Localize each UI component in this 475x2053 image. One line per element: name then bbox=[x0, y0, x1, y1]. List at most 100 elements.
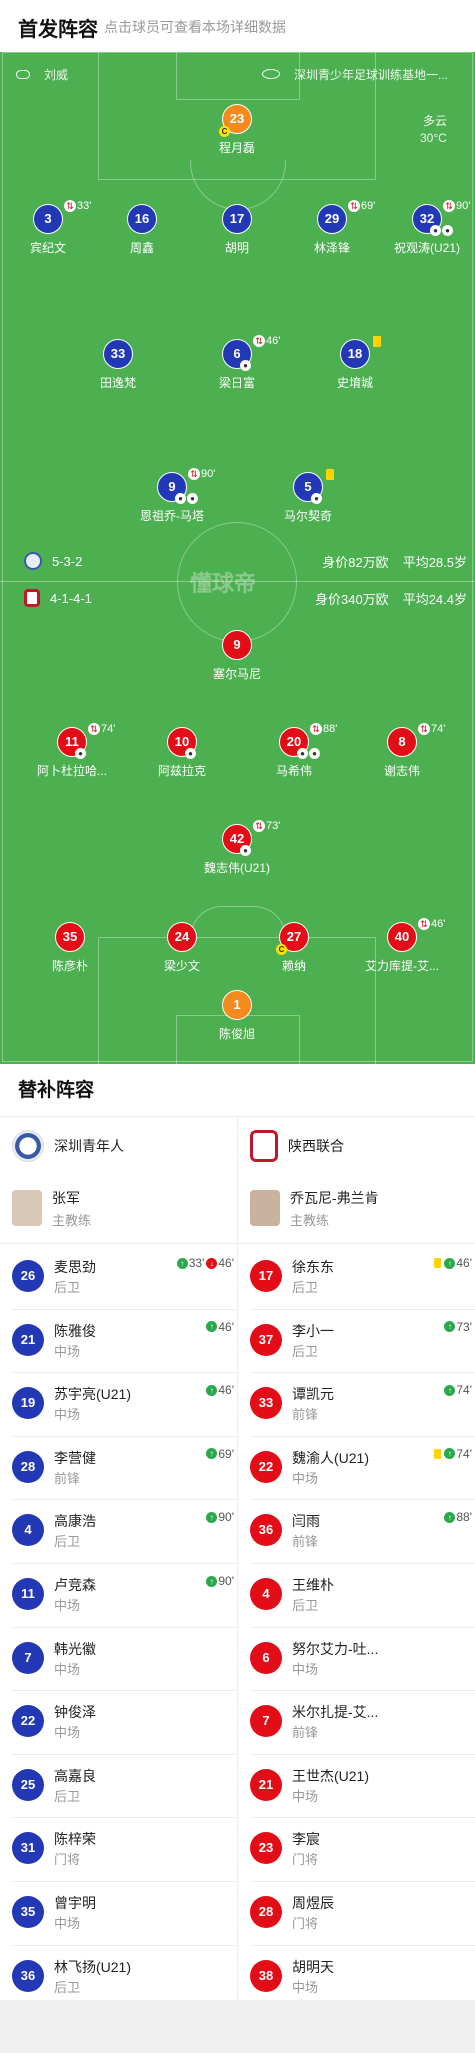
home-sub-31[interactable]: 31 陈梓荣 门将 bbox=[12, 1818, 242, 1881]
away-sub-33[interactable]: 33 谭凯元 前锋 ↑ 74' bbox=[250, 1373, 475, 1436]
player-9[interactable]: 9 塞尔马尼 bbox=[182, 630, 292, 690]
player-name: 麦思劲 bbox=[54, 1259, 96, 1275]
player-24[interactable]: 24 梁少文 bbox=[127, 922, 237, 982]
player-23[interactable]: 23 程月磊 C bbox=[182, 104, 292, 164]
away-sub-23[interactable]: 23 李宸 门将 bbox=[250, 1818, 475, 1881]
player-name: 闫雨 bbox=[292, 1513, 320, 1530]
player-6[interactable]: 6 梁日富 ⇅ 46' ● bbox=[182, 335, 292, 399]
home-sub-7[interactable]: 7 韩光徽 中场 bbox=[12, 1628, 242, 1691]
player-42[interactable]: 42 魏志伟(U21) ⇅ 73' ● bbox=[182, 820, 292, 884]
yellow-card-icon bbox=[373, 336, 381, 347]
avatar bbox=[250, 1190, 280, 1226]
player-name: 苏宇亮(U21) bbox=[54, 1386, 132, 1403]
home-team-value: 身价82万欧 平均28.5岁 bbox=[322, 552, 467, 571]
ball-icon: ● bbox=[240, 360, 251, 371]
away-sub-21[interactable]: 21 王世杰(U21) 中场 bbox=[250, 1755, 475, 1818]
home-sub-21[interactable]: 21 陈雅俊 中场 ↑ 46' bbox=[12, 1310, 242, 1373]
away-coach[interactable]: 乔瓦尼-弗兰肯 主教练 bbox=[250, 1186, 470, 1242]
home-formation: 5-3-2 bbox=[24, 552, 82, 570]
player-name: 李宸 bbox=[292, 1831, 320, 1848]
jersey-number: 18 bbox=[340, 339, 370, 369]
away-team-header[interactable]: 陕西联合 bbox=[250, 1130, 344, 1162]
jersey-number: 31 bbox=[12, 1832, 44, 1865]
event-icons: ● bbox=[240, 360, 252, 371]
player-17[interactable]: 17 胡明 bbox=[182, 204, 292, 264]
sub-minute: 73' bbox=[266, 820, 281, 832]
jersey-number: 33 bbox=[250, 1387, 282, 1420]
home-sub-4[interactable]: 4 高康浩 后卫 ↑ 90' bbox=[12, 1500, 242, 1563]
home-team-header[interactable]: 深圳青年人 bbox=[12, 1130, 124, 1162]
divider bbox=[0, 1243, 475, 1244]
sub-in-minute: 74' bbox=[456, 1446, 472, 1461]
event-icons: ● bbox=[311, 493, 323, 504]
event-icons: ● ● bbox=[297, 748, 321, 759]
away-sub-37[interactable]: 37 李小一 后卫 ↑ 73' bbox=[250, 1310, 475, 1373]
substitution-badge: ⇅ 88' bbox=[310, 723, 337, 735]
player-name: 梁日富 bbox=[218, 376, 255, 390]
away-sub-17[interactable]: 17 徐东东 后卫 ↑ 46' bbox=[250, 1246, 475, 1309]
player-position: 后卫 bbox=[54, 1788, 81, 1804]
player-33[interactable]: 33 田逸梵 bbox=[63, 339, 173, 399]
player-20[interactable]: 20 马希伟 ⇅ 88' ● ● bbox=[239, 723, 349, 787]
away-sub-6[interactable]: 6 努尔艾力-吐... 中场 bbox=[250, 1628, 475, 1691]
player-16[interactable]: 16 周鑫 bbox=[87, 204, 197, 264]
player-9[interactable]: 9 恩祖乔-马塔 ⇅ 90' ● ● bbox=[117, 468, 227, 532]
player-position: 后卫 bbox=[292, 1598, 319, 1613]
away-sub-28[interactable]: 28 周煜辰 门将 bbox=[250, 1882, 475, 1945]
player-11[interactable]: 11 阿卜杜拉哈... ⇅ 74' ● bbox=[17, 723, 127, 787]
player-name: 田逸梵 bbox=[99, 376, 136, 390]
sub-out-icon: ↓ bbox=[206, 1257, 218, 1269]
lineup-header: 首发阵容 点击球员可查看本场详细数据 bbox=[0, 0, 475, 52]
away-coach-role: 主教练 bbox=[290, 1213, 330, 1228]
sub-out-icon: ⇅ bbox=[253, 335, 265, 347]
home-sub-35[interactable]: 35 曾宇明 中场 bbox=[12, 1882, 242, 1945]
jersey-number: 29 bbox=[317, 204, 347, 234]
home-coach[interactable]: 张军 主教练 bbox=[12, 1186, 232, 1242]
player-name: 王维朴 bbox=[292, 1577, 334, 1593]
sub-minute: 90' bbox=[456, 200, 471, 212]
away-sub-7[interactable]: 7 米尔扎提-艾... 前锋 bbox=[250, 1691, 475, 1754]
player-32[interactable]: 32 祝观涛(U21) ⇅ 90' ● ● bbox=[372, 200, 475, 264]
sub-in-icon: ↑ bbox=[444, 1321, 456, 1333]
home-sub-19[interactable]: 19 苏宇亮(U21) 中场 ↑ 46' bbox=[12, 1373, 242, 1436]
player-10[interactable]: 10 阿兹拉克 ● bbox=[127, 727, 237, 787]
player-5[interactable]: 5 马尔契奇 ● bbox=[253, 469, 363, 532]
player-1[interactable]: 1 陈俊旭 bbox=[182, 990, 292, 1050]
player-40[interactable]: 40 艾力库提-艾... ⇅ 46' bbox=[347, 918, 457, 982]
jersey-number: 35 bbox=[55, 922, 85, 952]
sub-out-icon: ⇅ bbox=[310, 723, 322, 735]
away-age-text: 平均24.4岁 bbox=[402, 592, 467, 607]
event-badges: ↑ 46' bbox=[434, 1256, 472, 1270]
player-position: 后卫 bbox=[54, 1280, 81, 1295]
jersey-number: 22 bbox=[250, 1450, 282, 1483]
away-sub-22[interactable]: 22 魏渝人(U21) 中场 ↑ 74' bbox=[250, 1437, 475, 1500]
player-position: 前锋 bbox=[54, 1470, 81, 1486]
away-sub-36[interactable]: 36 闫雨 前锋 ↑ 88' bbox=[250, 1500, 475, 1563]
player-name: 魏志伟(U21) bbox=[203, 861, 270, 875]
event-badges: ↑ 33' ↓ 46' bbox=[176, 1256, 234, 1270]
event-badges: ↑ 69' bbox=[206, 1447, 234, 1461]
player-35[interactable]: 35 陈彦朴 bbox=[15, 922, 125, 982]
player-29[interactable]: 29 林泽锋 ⇅ 69' bbox=[277, 200, 387, 264]
player-position: 中场 bbox=[54, 1725, 81, 1741]
sub-in-minute: 73' bbox=[456, 1319, 472, 1334]
home-sub-26[interactable]: 26 麦思劲 后卫 ↑ 33' ↓ 46' bbox=[12, 1246, 242, 1309]
jersey-number: 37 bbox=[250, 1323, 282, 1356]
player-27[interactable]: 27 赖纳 C bbox=[239, 922, 349, 982]
sub-in-icon: ↑ bbox=[444, 1257, 456, 1269]
player-8[interactable]: 8 谢志伟 ⇅ 74' bbox=[347, 723, 457, 787]
player-position: 前锋 bbox=[292, 1534, 319, 1550]
jersey-number: 19 bbox=[12, 1387, 44, 1420]
player-position: 中场 bbox=[292, 1661, 319, 1677]
home-sub-25[interactable]: 25 高嘉良 后卫 bbox=[12, 1755, 242, 1818]
sub-in-minute: 46' bbox=[218, 1383, 234, 1398]
player-18[interactable]: 18 史堉城 bbox=[300, 336, 410, 399]
sub-in-minute: 88' bbox=[456, 1510, 472, 1525]
away-sub-4[interactable]: 4 王维朴 后卫 bbox=[250, 1564, 475, 1627]
home-sub-11[interactable]: 11 卢竞森 中场 ↑ 90' bbox=[12, 1564, 242, 1627]
home-sub-22[interactable]: 22 钟俊泽 中场 bbox=[12, 1691, 242, 1754]
away-formation-text: 4-1-4-1 bbox=[50, 590, 92, 606]
sub-out-icon: ⇅ bbox=[443, 200, 455, 212]
home-sub-28[interactable]: 28 李营健 前锋 ↑ 69' bbox=[12, 1437, 242, 1500]
player-position: 后卫 bbox=[292, 1343, 319, 1359]
